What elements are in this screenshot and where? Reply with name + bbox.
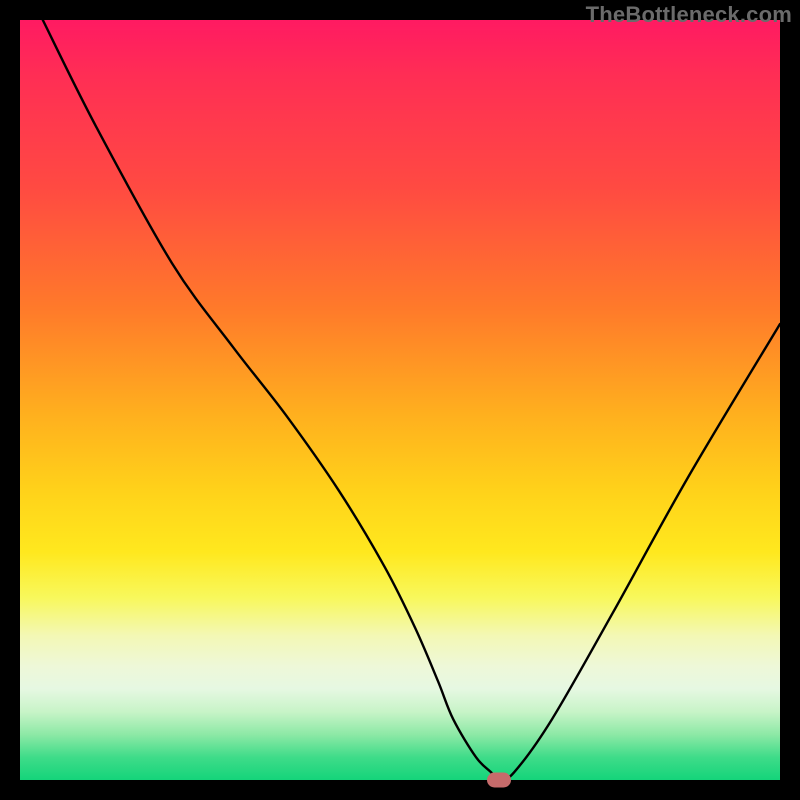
bottleneck-curve (43, 20, 780, 780)
curve-layer (20, 20, 780, 780)
watermark-text: TheBottleneck.com (586, 2, 792, 28)
optimal-marker (487, 773, 511, 788)
chart-stage: TheBottleneck.com (0, 0, 800, 800)
